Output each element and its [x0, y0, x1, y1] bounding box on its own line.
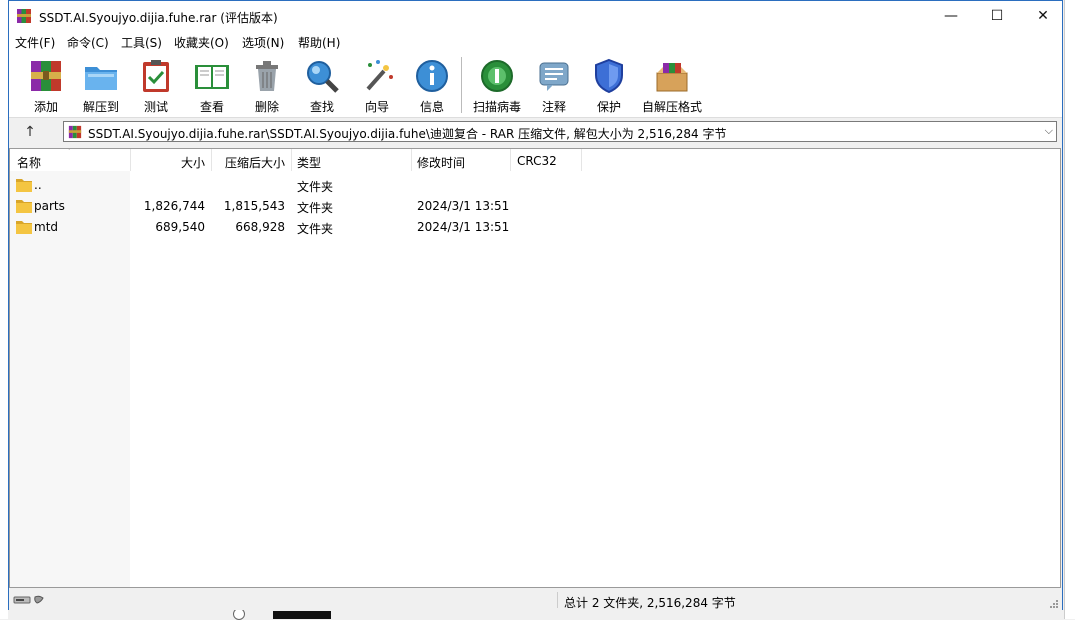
test-label: 测试 — [143, 100, 168, 114]
column-divider[interactable] — [211, 149, 212, 171]
file-type: 文件夹 — [297, 180, 334, 194]
extract-to-label: 解压到 — [82, 100, 119, 114]
file-type: 文件夹 — [297, 201, 334, 215]
column-header-size[interactable]: 大小 — [132, 154, 205, 171]
winrar-app-icon — [17, 9, 31, 23]
protect-button[interactable]: 保护 — [581, 55, 637, 115]
column-divider[interactable] — [581, 149, 582, 171]
wizard-button[interactable]: 向导 — [349, 55, 405, 115]
trash-icon — [256, 61, 278, 91]
column-divider[interactable] — [291, 149, 292, 171]
list-header: 名称 ˇ 大小 压缩后大小 类型 修改时间 CRC32 — [10, 149, 1060, 171]
status-divider — [557, 592, 558, 608]
resize-grip-icon[interactable] — [1050, 600, 1058, 608]
test-clipboard-icon — [143, 60, 169, 92]
sfx-box-icon — [656, 63, 688, 92]
background-window-right — [1064, 0, 1075, 619]
column-header-type[interactable]: 类型 — [297, 154, 321, 171]
file-modified: 2024/3/1 13:51 — [417, 220, 510, 234]
menu-commands[interactable]: 命令(C) — [67, 34, 109, 51]
folder-icon — [16, 200, 32, 213]
toolbar: 添加 解压到 测试 查看 删除 查找 向导 信息 扫描病毒 注释 保护 自解压格… — [9, 51, 1062, 118]
virus-scan-icon — [481, 60, 513, 92]
protect-label: 保护 — [596, 100, 621, 114]
column-divider[interactable] — [510, 149, 511, 171]
find-label: 查找 — [309, 100, 334, 114]
file-packed-size: 1,815,543 — [223, 199, 285, 213]
menu-help[interactable]: 帮助(H) — [298, 34, 340, 51]
column-header-crc[interactable]: CRC32 — [517, 154, 557, 168]
view-label: 查看 — [199, 100, 224, 114]
test-button[interactable]: 测试 — [128, 55, 184, 115]
status-bar: 总计 2 文件夹, 2,516,284 字节 — [9, 590, 1062, 610]
column-header-packed[interactable]: 压缩后大小 — [213, 154, 285, 171]
close-button[interactable]: ✕ — [1020, 1, 1066, 31]
comment-button[interactable]: 注释 — [526, 55, 582, 115]
folder-icon — [16, 179, 32, 192]
up-folder-button[interactable]: ↑ — [20, 122, 40, 142]
sfx-label: 自解压格式 — [641, 100, 702, 114]
table-row[interactable]: parts 1,826,744 1,815,543 文件夹 2024/3/1 1… — [10, 196, 1060, 217]
sort-caret-icon: ˇ — [67, 148, 72, 158]
comment-label: 注释 — [541, 100, 566, 114]
info-label: 信息 — [419, 100, 444, 114]
magnifier-icon — [307, 61, 339, 93]
file-type: 文件夹 — [297, 222, 334, 236]
wizard-label: 向导 — [364, 100, 389, 114]
sfx-button[interactable]: 自解压格式 — [636, 55, 708, 115]
folder-icon — [16, 221, 32, 234]
maximize-button[interactable]: ☐ — [974, 1, 1020, 31]
minimize-button[interactable]: — — [928, 1, 974, 31]
wizard-wand-icon — [366, 60, 393, 91]
extract-to-button[interactable]: 解压到 — [73, 55, 129, 115]
winrar-window: SSDT.AI.Syoujyo.dijia.fuhe.rar (评估版本) — … — [8, 0, 1063, 610]
column-divider[interactable] — [130, 149, 131, 171]
status-summary: 总计 2 文件夹, 2,516,284 字节 — [564, 596, 736, 610]
file-size: 1,826,744 — [143, 199, 205, 213]
view-button[interactable]: 查看 — [184, 55, 240, 115]
menu-options[interactable]: 选项(N) — [242, 34, 284, 51]
title-bar: SSDT.AI.Syoujyo.dijia.fuhe.rar (评估版本) — … — [9, 1, 1062, 31]
toolbar-separator — [461, 57, 462, 113]
file-packed-size: 668,928 — [235, 220, 285, 234]
column-divider[interactable] — [411, 149, 412, 171]
rar-file-icon — [68, 125, 82, 139]
file-name: parts — [34, 199, 65, 213]
table-row[interactable]: .. 文件夹 — [10, 175, 1060, 196]
delete-label: 删除 — [254, 100, 279, 114]
menu-favorites[interactable]: 收藏夹(O) — [174, 34, 229, 51]
view-book-icon — [195, 65, 229, 89]
background-dark-block — [273, 611, 331, 619]
menu-bar: 文件(F) 命令(C) 工具(S) 收藏夹(O) 选项(N) 帮助(H) — [9, 31, 1062, 51]
shield-icon — [595, 58, 623, 94]
info-icon — [416, 60, 448, 92]
find-button[interactable]: 查找 — [294, 55, 350, 115]
add-button[interactable]: 添加 — [18, 55, 74, 115]
menu-tools[interactable]: 工具(S) — [121, 34, 162, 51]
extract-folder-icon — [85, 67, 117, 90]
file-size: 689,540 — [155, 220, 205, 234]
table-row[interactable]: mtd 689,540 668,928 文件夹 2024/3/1 13:51 — [10, 217, 1060, 238]
file-list: 名称 ˇ 大小 压缩后大小 类型 修改时间 CRC32 .. 文件夹 parts… — [9, 148, 1061, 588]
add-archive-icon — [31, 61, 61, 91]
add-label: 添加 — [33, 100, 58, 114]
comment-icon — [539, 62, 569, 91]
scan-virus-label: 扫描病毒 — [472, 100, 521, 114]
path-field[interactable]: SSDT.AI.Syoujyo.dijia.fuhe.rar\SSDT.AI.S… — [63, 121, 1057, 142]
column-header-modified[interactable]: 修改时间 — [417, 154, 465, 171]
drive-icon — [13, 595, 44, 604]
file-modified: 2024/3/1 13:51 — [417, 199, 510, 213]
window-title: SSDT.AI.Syoujyo.dijia.fuhe.rar (评估版本) — [39, 11, 278, 25]
path-text: SSDT.AI.Syoujyo.dijia.fuhe.rar\SSDT.AI.S… — [88, 127, 727, 141]
path-dropdown-icon[interactable]: ⌵ — [1045, 124, 1053, 138]
address-bar: ↑ SSDT.AI.Syoujyo.dijia.fuhe.rar\SSDT.AI… — [9, 118, 1062, 146]
column-header-name[interactable]: 名称 — [17, 154, 41, 171]
info-button[interactable]: 信息 — [404, 55, 460, 115]
delete-button[interactable]: 删除 — [239, 55, 295, 115]
file-name: mtd — [34, 220, 59, 234]
file-name: .. — [34, 178, 42, 192]
menu-file[interactable]: 文件(F) — [15, 34, 55, 51]
scan-virus-button[interactable]: 扫描病毒 — [469, 55, 525, 115]
